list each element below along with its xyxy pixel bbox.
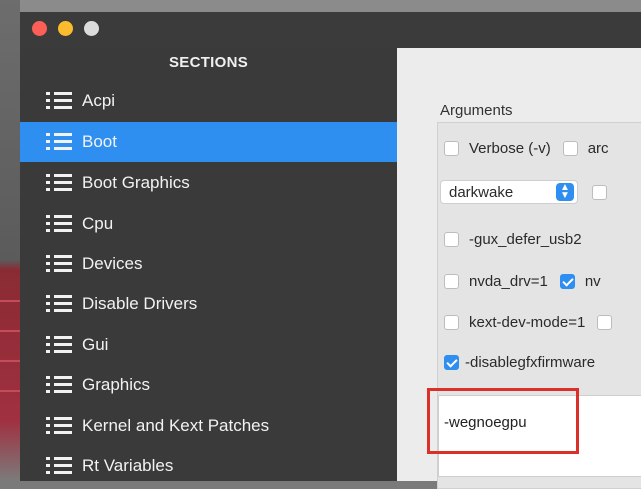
list-icon [46,374,72,396]
sidebar-item-gui[interactable]: Gui [20,325,397,365]
sidebar-item-label: Rt Variables [82,456,174,475]
list-icon [46,455,72,477]
arguments-label: Arguments [440,102,513,119]
disablegfxfirmware-label: -disablegfxfirmware [465,353,596,371]
arguments-panel: Verbose (-v) arc darkwake ▲ ▼ -gux_defer_… [427,122,641,489]
sidebar-item-label: Cpu [82,214,114,233]
sidebar-item-boot[interactable]: Boot [20,122,397,162]
list-icon [46,253,72,275]
list-icon [46,90,72,112]
verbose-label: Verbose (-v) [469,139,551,157]
kext-dev-mode-label: kext-dev-mode=1 [469,313,586,331]
nvda-drv-checkbox[interactable] [444,273,459,289]
verbose-checkbox[interactable] [444,140,459,156]
disablegfxfirmware-checkbox[interactable] [444,354,459,370]
select-row-checkbox[interactable] [592,185,607,200]
close-window-button[interactable] [32,21,47,36]
arguments-row-4: nvda_drv=1 nv [444,268,601,294]
sidebar-item-devices[interactable]: Devices [20,244,397,284]
sidebar-item-kernel-and-kext-patches[interactable]: Kernel and Kext Patches [20,406,397,446]
sidebar-item-label: Acpi [82,91,116,110]
content-pane: Arguments Verbose (-v) arc darkwake ▲ ▼ -… [397,48,641,489]
list-icon [46,415,72,437]
select-stepper-icon: ▲ ▼ [556,183,574,201]
sidebar-item-label: Boot [82,132,117,151]
sidebar-header: SECTIONS [168,54,249,71]
sidebar-item-label: Kernel and Kext Patches [82,416,270,435]
boot-arg-select[interactable]: darkwake ▲ ▼ [440,180,578,204]
list-icon [46,131,72,153]
list-icon [46,293,72,315]
sidebar-item-label: Boot Graphics [82,173,190,192]
highlight-box [427,388,579,454]
list-icon [46,334,72,356]
sidebar-item-label: Graphics [82,375,151,394]
sidebar-item-label: Gui [82,335,109,354]
nv-label: nv [584,272,601,290]
zoom-window-button[interactable] [84,21,99,36]
sections-sidebar: SECTIONS Acpi Boot Boot Graphics Cpu Dev… [20,48,397,481]
list-icon [46,172,72,194]
arguments-row-3: -gux_defer_usb2 [444,226,582,252]
desktop-background-left [0,0,20,481]
list-icon [46,213,72,235]
kext-row-extra-checkbox[interactable] [597,314,613,330]
sidebar-item-disable-drivers[interactable]: Disable Drivers [20,284,397,324]
desktop-background-top [0,0,641,12]
gux-defer-usb2-checkbox[interactable] [444,231,459,247]
kext-dev-mode-checkbox[interactable] [444,314,459,330]
sidebar-item-rt-variables[interactable]: Rt Variables [20,446,397,486]
nv-checkbox[interactable] [559,273,575,289]
sidebar-item-acpi[interactable]: Acpi [20,81,397,121]
title-bar [20,12,641,48]
arguments-row-5: kext-dev-mode=1 [444,309,613,335]
sidebar-item-label: Devices [82,254,143,273]
sidebar-item-cpu[interactable]: Cpu [20,204,397,244]
arc-label: arc [587,139,609,157]
minimize-window-button[interactable] [58,21,73,36]
sidebar-item-graphics[interactable]: Graphics [20,365,397,405]
gux-defer-usb2-label: -gux_defer_usb2 [469,230,582,248]
app-window: SECTIONS Acpi Boot Boot Graphics Cpu Dev… [20,12,641,489]
arguments-row-6: -disablegfxfirmware [444,349,595,375]
nvda-drv-label: nvda_drv=1 [469,272,548,290]
sidebar-item-label: Disable Drivers [82,294,198,313]
arc-checkbox[interactable] [562,140,578,156]
arguments-row-1: Verbose (-v) arc [444,135,609,161]
sidebar-item-boot-graphics[interactable]: Boot Graphics [20,163,397,203]
boot-args-textarea[interactable]: -wegnoegpu [427,388,641,477]
boot-arg-select-value: darkwake [449,183,514,201]
